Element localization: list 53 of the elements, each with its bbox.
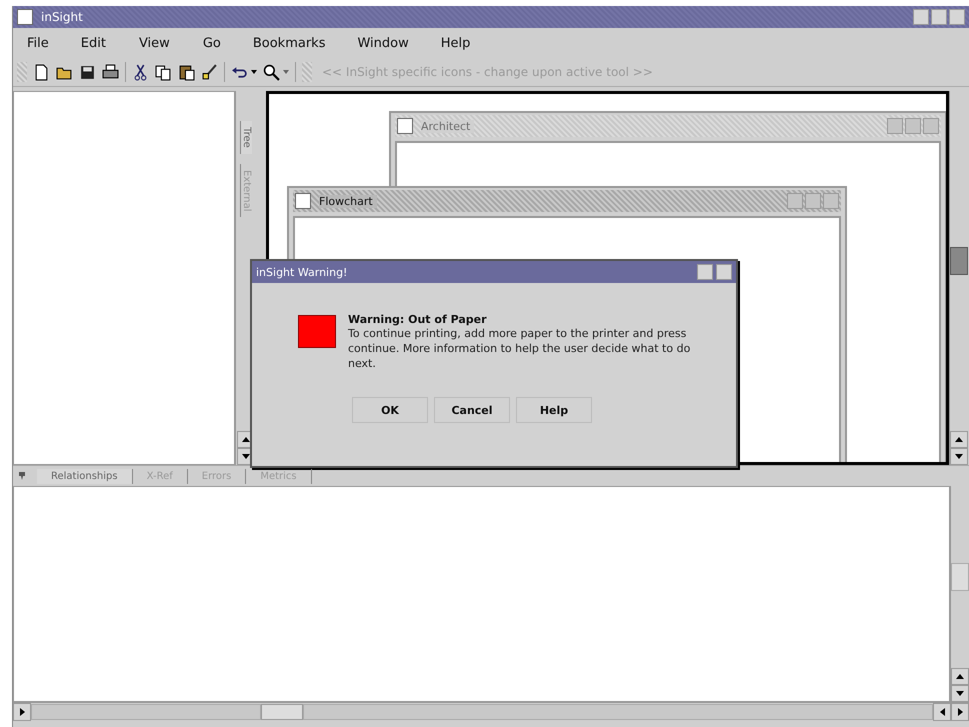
app-icon: [17, 9, 33, 25]
toolbar-grip[interactable]: [302, 62, 312, 82]
scroll-right-button[interactable]: [951, 703, 969, 721]
scroll-down-button[interactable]: [951, 685, 969, 702]
paste-icon[interactable]: [178, 64, 195, 80]
cut-icon[interactable]: [132, 64, 149, 80]
warning-heading: Warning: Out of Paper: [348, 313, 488, 326]
up-arrow-icon: [956, 674, 964, 679]
new-file-icon[interactable]: [33, 64, 50, 80]
dialog-button[interactable]: Cancel: [434, 397, 510, 423]
bottom-tab[interactable]: Relationships: [37, 468, 133, 484]
left-arrow-icon: [940, 708, 944, 716]
menu-item[interactable]: Help: [440, 36, 470, 50]
right-arrow-icon: [958, 708, 962, 716]
up-arrow-icon: [955, 437, 963, 442]
dialog-title: inSight Warning!: [256, 266, 348, 278]
right-arrow-icon: [20, 708, 24, 716]
menu-item[interactable]: View: [138, 36, 170, 50]
pin-icon[interactable]: [17, 471, 27, 481]
toolbar-grip[interactable]: [17, 62, 27, 82]
menu-item[interactable]: Go: [202, 36, 221, 50]
print-icon[interactable]: [102, 64, 119, 80]
menu-item[interactable]: Edit: [80, 36, 106, 50]
window-title: Flowchart: [319, 194, 377, 208]
up-arrow-icon: [242, 437, 250, 442]
copy-icon[interactable]: [155, 64, 172, 80]
warning-message: To continue printing, add more paper to the printer and press continue. More information to help the user decide what to do next.: [348, 326, 692, 371]
menu-item[interactable]: File: [27, 36, 49, 50]
scroll-up-button[interactable]: [950, 431, 968, 448]
dropdown-icon[interactable]: [251, 70, 257, 74]
save-icon[interactable]: [79, 64, 96, 80]
scroll-thumb[interactable]: [951, 563, 969, 591]
menu-item[interactable]: Window: [357, 36, 409, 50]
down-arrow-icon: [956, 691, 964, 696]
window-title: inSight: [41, 10, 83, 24]
dialog-button[interactable]: OK: [352, 397, 428, 423]
dialog-button[interactable]: Help: [516, 397, 592, 423]
warning-icon: [298, 315, 336, 348]
scroll-left-button[interactable]: [933, 703, 951, 721]
side-tab[interactable]: Tree: [240, 121, 252, 154]
window-title: Architect: [421, 120, 474, 132]
down-arrow-icon: [242, 454, 250, 459]
scroll-thumb[interactable]: [950, 247, 968, 275]
scroll-right-button[interactable]: [13, 703, 31, 721]
window-icon: [295, 193, 311, 209]
scroll-thumb[interactable]: [261, 704, 303, 720]
scroll-down-button[interactable]: [950, 448, 968, 465]
zoom-icon[interactable]: [263, 64, 280, 80]
down-arrow-icon: [955, 454, 963, 459]
scroll-up-button[interactable]: [951, 668, 969, 685]
window-icon: [397, 118, 413, 134]
brush-icon[interactable]: [201, 64, 218, 80]
menu-item[interactable]: Bookmarks: [252, 36, 326, 50]
